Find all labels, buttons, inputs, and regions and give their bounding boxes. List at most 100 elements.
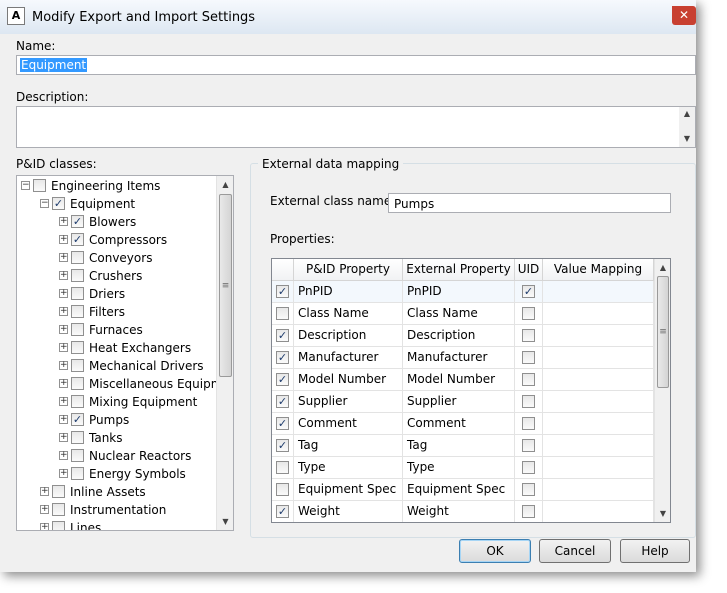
uid-checkbox[interactable] [522,329,535,342]
tree-scroll-thumb[interactable]: ≡ [219,194,232,377]
ok-button[interactable]: OK [459,539,531,563]
expand-icon[interactable]: + [59,397,68,406]
value-mapping-cell[interactable] [543,413,654,435]
expand-icon[interactable]: + [59,379,68,388]
scroll-up-icon[interactable]: ▲ [655,263,670,272]
row-include-checkbox[interactable]: ✓ [276,285,289,298]
expand-icon[interactable]: + [40,523,49,530]
cancel-button[interactable]: Cancel [539,539,611,563]
uid-checkbox[interactable]: ✓ [522,285,535,298]
row-include-checkbox[interactable]: ✓ [276,351,289,364]
row-include-checkbox[interactable]: ✓ [276,395,289,408]
scroll-up-icon[interactable]: ▲ [217,180,233,189]
row-include-checkbox[interactable] [276,461,289,474]
expand-icon[interactable]: + [59,217,68,226]
tree-item-checkbox[interactable] [33,179,46,192]
row-include-checkbox[interactable]: ✓ [276,373,289,386]
expand-icon[interactable]: + [59,307,68,316]
tree-item-checkbox[interactable]: ✓ [52,197,65,210]
pid-property-cell[interactable]: Manufacturer [294,347,403,369]
description-input[interactable]: ▲ ▼ [16,106,696,148]
uid-checkbox[interactable] [522,461,535,474]
name-input[interactable]: Equipment [16,55,696,75]
row-include-checkbox[interactable]: ✓ [276,329,289,342]
uid-checkbox[interactable] [522,351,535,364]
header-value-mapping[interactable]: Value Mapping [543,259,654,281]
expand-icon[interactable]: + [59,253,68,262]
tree-item-checkbox[interactable] [71,323,84,336]
row-include-checkbox[interactable]: ✓ [276,505,289,518]
scroll-down-icon[interactable]: ▼ [217,517,233,526]
table-row[interactable]: ✓ Model Number Model Number [272,369,654,391]
external-property-cell[interactable]: Weight [403,501,515,522]
header-uid[interactable]: UID [515,259,543,281]
expand-icon[interactable]: + [40,505,49,514]
table-row[interactable]: ✓ Tag Tag [272,435,654,457]
table-row[interactable]: ✓ Comment Comment [272,413,654,435]
external-property-cell[interactable]: Tag [403,435,515,457]
tree-item-checkbox[interactable] [71,251,84,264]
tree-item-checkbox[interactable] [71,431,84,444]
expand-icon[interactable]: + [59,361,68,370]
tree-item-checkbox[interactable]: ✓ [71,413,84,426]
uid-checkbox[interactable] [522,417,535,430]
tree-item-checkbox[interactable] [71,359,84,372]
value-mapping-cell[interactable] [543,369,654,391]
pid-property-cell[interactable]: Weight [294,501,403,522]
autocad-app-icon[interactable]: A [7,7,25,25]
tree-item-checkbox[interactable] [52,485,65,498]
external-property-cell[interactable]: PnPID [403,281,515,303]
external-property-cell[interactable]: Model Number [403,369,515,391]
row-include-checkbox[interactable]: ✓ [276,439,289,452]
value-mapping-cell[interactable] [543,435,654,457]
value-mapping-cell[interactable] [543,347,654,369]
tree-item-checkbox[interactable]: ✓ [71,233,84,246]
table-row[interactable]: Type Type [272,457,654,479]
collapse-icon[interactable]: − [21,181,30,190]
expand-icon[interactable]: + [59,451,68,460]
expand-icon[interactable]: + [59,343,68,352]
external-property-cell[interactable]: Description [403,325,515,347]
uid-checkbox[interactable] [522,439,535,452]
pid-property-cell[interactable]: Equipment Spec [294,479,403,501]
value-mapping-cell[interactable] [543,325,654,347]
value-mapping-cell[interactable] [543,479,654,501]
collapse-icon[interactable]: − [40,199,49,208]
external-property-cell[interactable]: Type [403,457,515,479]
tree-item-checkbox[interactable] [71,377,84,390]
value-mapping-cell[interactable] [543,281,654,303]
pid-classes-tree[interactable]: − Engineering Items − ✓ Equipment + ✓ Blowers + ✓… [16,175,234,531]
value-mapping-cell[interactable] [543,501,654,522]
header-external-property[interactable]: External Property [403,259,515,281]
expand-icon[interactable]: + [59,433,68,442]
tree-scrollbar[interactable]: ▲ ≡ ▼ [216,176,233,530]
pid-property-cell[interactable]: Model Number [294,369,403,391]
expand-icon[interactable]: + [59,415,68,424]
uid-checkbox[interactable] [522,373,535,386]
expand-icon[interactable]: + [59,469,68,478]
value-mapping-cell[interactable] [543,457,654,479]
help-button[interactable]: Help [620,539,690,563]
expand-icon[interactable]: + [59,235,68,244]
pid-property-cell[interactable]: Comment [294,413,403,435]
external-class-name-input[interactable]: Pumps [388,193,671,213]
external-property-cell[interactable]: Equipment Spec [403,479,515,501]
scroll-up-icon[interactable]: ▲ [679,109,695,118]
tree-item-checkbox[interactable]: ✓ [71,215,84,228]
table-row[interactable]: Equipment Spec Equipment Spec [272,479,654,501]
tree-item-checkbox[interactable] [71,467,84,480]
pid-property-cell[interactable]: Description [294,325,403,347]
tree-item-checkbox[interactable] [52,521,65,530]
description-scrollbar[interactable]: ▲ ▼ [679,107,695,147]
expand-icon[interactable]: + [59,271,68,280]
scroll-down-icon[interactable]: ▼ [655,509,670,518]
table-row[interactable]: ✓ PnPID PnPID ✓ [272,281,654,303]
row-include-checkbox[interactable]: ✓ [276,417,289,430]
expand-icon[interactable]: + [40,487,49,496]
pid-property-cell[interactable]: PnPID [294,281,403,303]
table-row[interactable]: Class Name Class Name [272,303,654,325]
pid-property-cell[interactable]: Type [294,457,403,479]
header-pid-property[interactable]: P&ID Property [294,259,403,281]
value-mapping-cell[interactable] [543,303,654,325]
scroll-down-icon[interactable]: ▼ [679,134,695,143]
